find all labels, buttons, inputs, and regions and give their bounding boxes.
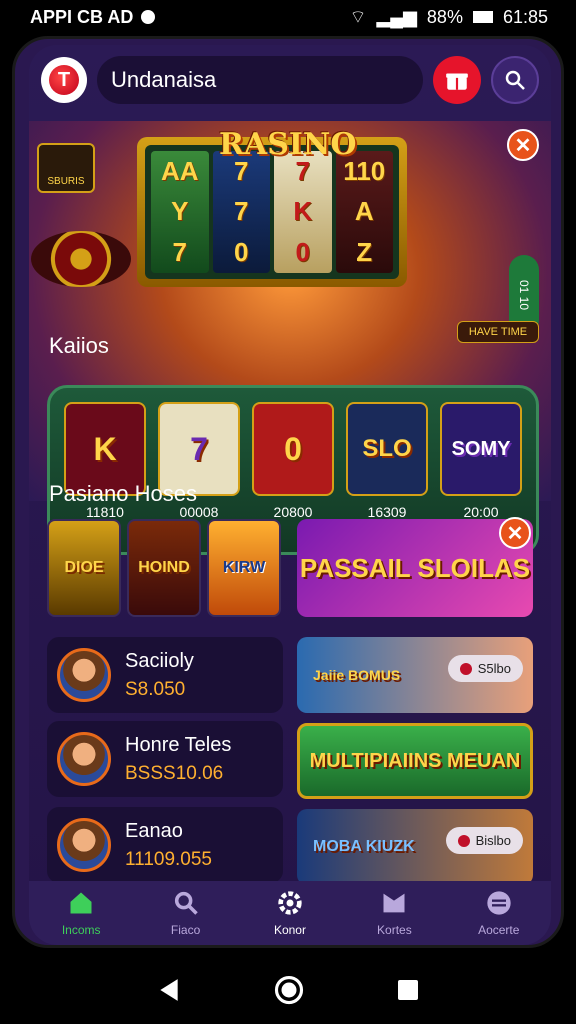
battery-icon	[472, 11, 493, 23]
player-card[interactable]: Saciioly S8.050	[47, 637, 283, 713]
featured-title: Kaiios	[49, 333, 109, 358]
roulette-wheel-icon	[31, 231, 131, 287]
house-tile[interactable]: HOIND	[127, 519, 201, 617]
app-screen: T Undanaisa SBURIS AA Y 7 770 7K0 110 A Z	[29, 45, 551, 945]
gift-button[interactable]	[433, 56, 481, 104]
slot-reel: 110 A Z	[335, 151, 393, 273]
casino-sign: RASINO	[219, 127, 357, 162]
search-button[interactable]	[491, 56, 539, 104]
status-bar: APPI CB AD ⌔ ▂▄▆ 88% 61:85	[0, 0, 576, 34]
nav-item-home[interactable]: Incoms	[36, 889, 126, 937]
recents-icon[interactable]	[396, 978, 420, 1002]
nav-label: Aocerte	[478, 923, 520, 937]
slot-reels: AA Y 7 770 7K0 110 A Z	[145, 145, 399, 279]
nav-item-menu[interactable]: Aocerte	[454, 889, 544, 937]
player-name: Saciioly	[125, 649, 194, 672]
menu-icon	[487, 891, 511, 915]
nav-label: Fiaco	[170, 923, 201, 937]
nav-label: Incoms	[61, 923, 101, 937]
promo-card[interactable]: MOBA KIUZK Bislbo	[297, 809, 533, 885]
phone-frame: T Undanaisa SBURIS AA Y 7 770 7K0 110 A Z	[12, 36, 564, 948]
search-bar[interactable]: Undanaisa	[97, 56, 423, 104]
nav-item-search[interactable]: Fiaco	[141, 889, 231, 937]
houses-title: Pasiano Hoses	[49, 481, 197, 506]
promo-pill[interactable]: Bislbo	[445, 827, 523, 854]
back-icon[interactable]	[156, 976, 182, 1004]
player-name: Eanao	[125, 819, 183, 842]
nav-item-gift[interactable]: Kortes	[349, 889, 439, 937]
notification-icon	[141, 10, 156, 24]
close-button[interactable]: ✕	[499, 517, 531, 549]
nav-label: Kortes	[377, 923, 412, 937]
nav-label: Konor	[273, 923, 306, 937]
slot-reel: AA Y 7	[151, 151, 209, 273]
promo-text: Jaiie BOMUS	[313, 667, 401, 683]
avatar	[57, 732, 111, 786]
coin-icon	[457, 834, 470, 847]
promo-text: MULTIPIAIINS MEUAN	[309, 749, 521, 772]
gear-icon	[278, 891, 302, 915]
tile-image: SOMY	[440, 402, 522, 496]
app-logo[interactable]: T	[41, 57, 87, 103]
close-icon: ✕	[506, 522, 524, 545]
promo-card[interactable]: MULTIPIAIINS MEUAN	[297, 723, 533, 799]
status-battery: 88%	[426, 6, 463, 27]
avatar	[57, 818, 111, 872]
tile-value: 16309	[367, 504, 407, 520]
search-icon	[174, 891, 198, 915]
player-card[interactable]: Eanao 11109.055	[47, 807, 283, 883]
close-icon: ✕	[514, 134, 532, 157]
promo-banner[interactable]: PASSAIL SLOILAS	[297, 519, 533, 617]
close-button[interactable]: ✕	[507, 129, 539, 161]
app-header: T Undanaisa	[29, 45, 551, 115]
slot-reel: 7K0	[274, 151, 332, 273]
nav-item-settings[interactable]: Konor	[245, 889, 335, 937]
player-score: S8.050	[125, 678, 186, 700]
wifi-icon: ⌔	[349, 6, 367, 27]
house-tile[interactable]: DIOE	[47, 519, 121, 617]
tile-value: 20800	[273, 504, 313, 520]
tile-image: 0	[252, 402, 334, 496]
house-tile[interactable]: KIRW	[207, 519, 281, 617]
home-button-icon[interactable]	[274, 975, 304, 1005]
coin-icon	[459, 662, 472, 675]
player-card[interactable]: Honre Teles BSSS10.06	[47, 721, 283, 797]
player-score: 11109.055	[125, 848, 212, 870]
house-row: DIOE HOIND KIRW PASSAIL SLOILAS ✕	[47, 517, 539, 617]
home-icon	[70, 892, 92, 914]
status-time: 61:85	[502, 6, 548, 27]
hero-banner[interactable]: SBURIS AA Y 7 770 7K0 110 A Z RASINO ✕ 01 10…	[29, 121, 551, 555]
logo-mark: T	[49, 65, 79, 95]
player-score: BSSS10.06	[125, 762, 224, 784]
hero-tag: HAVE TIME	[457, 321, 539, 343]
promo-card[interactable]: Jaiie BOMUS S5lbo	[297, 637, 533, 713]
slot-reel: 770	[212, 151, 270, 273]
promo-text: MOBA KIUZK	[313, 838, 415, 855]
avatar	[57, 648, 111, 702]
promo-pill[interactable]: S5lbo	[447, 655, 523, 682]
hero-badge: SBURIS	[37, 143, 95, 193]
system-nav-bar	[0, 956, 576, 1024]
bottom-nav: Incoms Fiaco Konor Kortes Aocerte	[29, 881, 551, 945]
search-icon	[505, 70, 525, 90]
player-name: Honre Teles	[125, 733, 232, 756]
tile-value: 20:00	[463, 504, 499, 520]
tile-image: SLO	[346, 402, 428, 496]
gift-icon	[383, 893, 405, 913]
signal-icon: ▂▄▆	[376, 6, 417, 27]
status-carrier: APPI CB AD	[30, 6, 134, 27]
gift-icon	[446, 73, 468, 90]
